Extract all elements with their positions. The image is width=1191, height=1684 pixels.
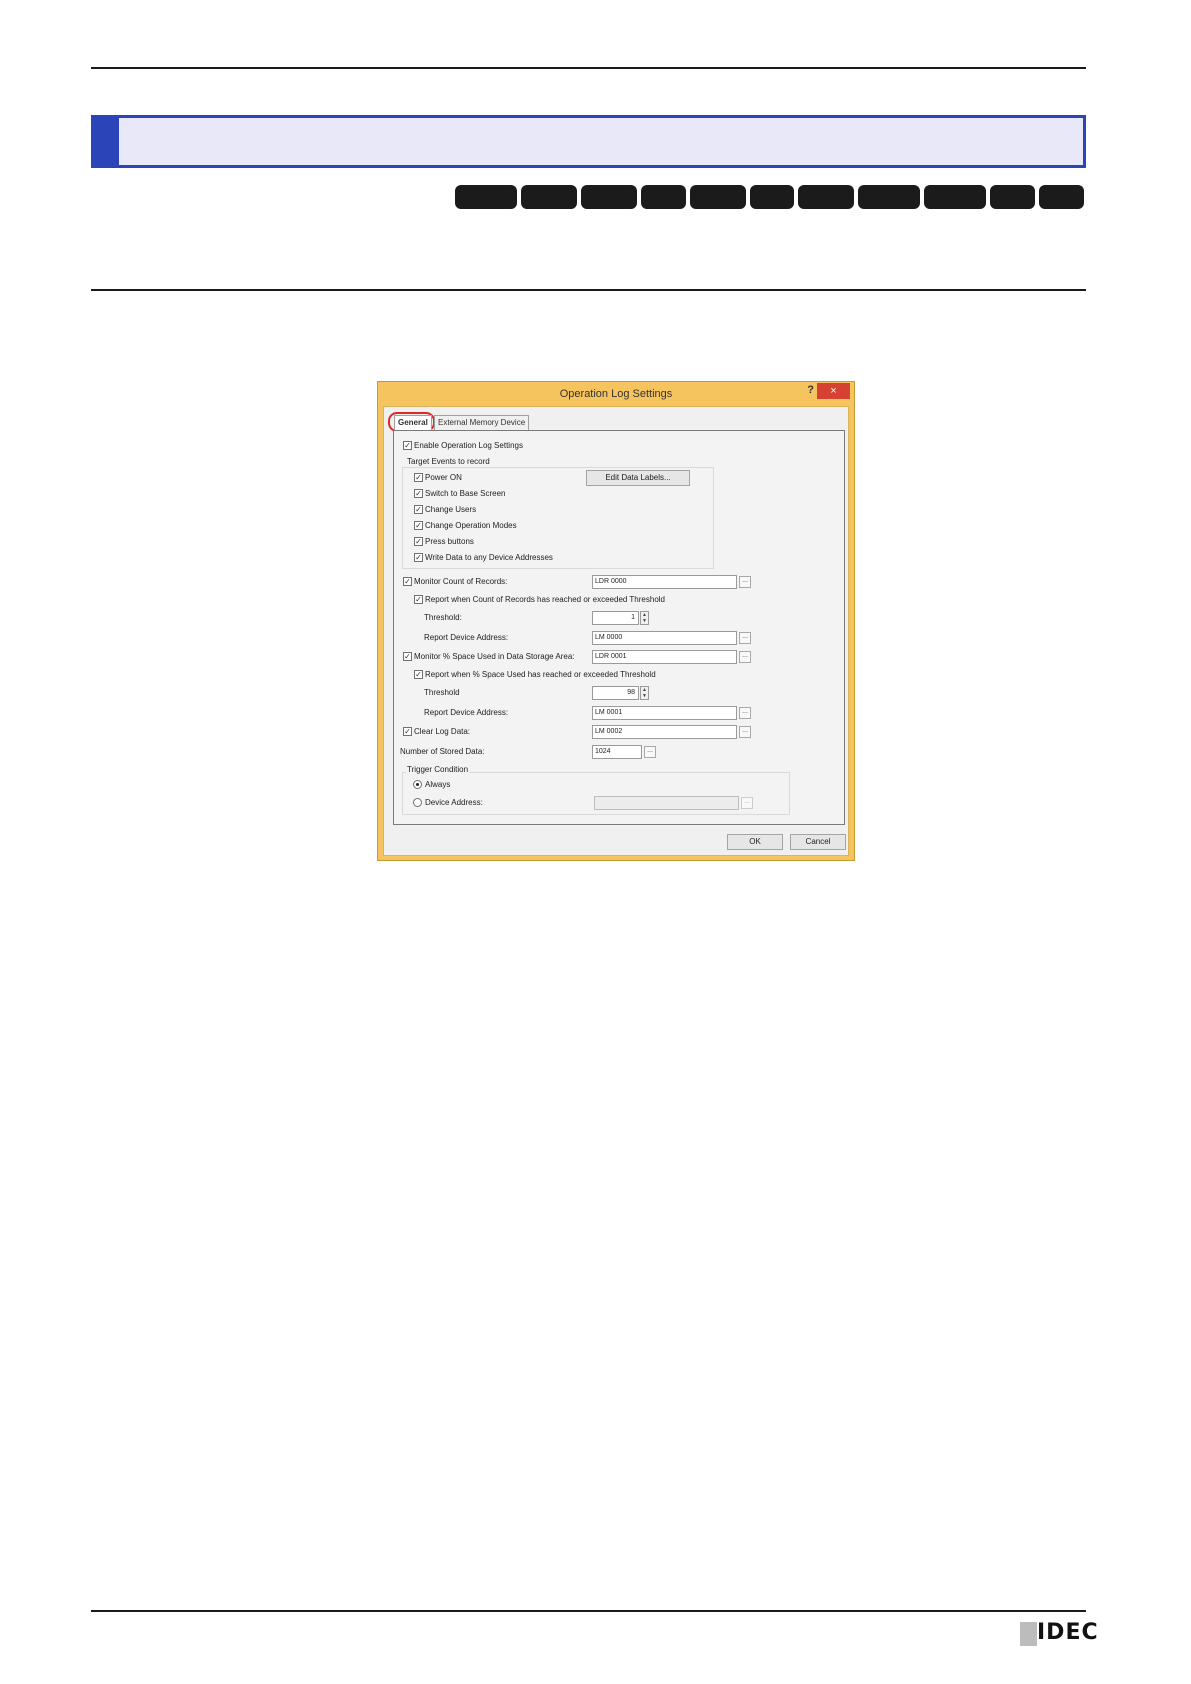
event-checkbox-switch-base-screen[interactable]: ✓ <box>414 489 423 498</box>
model-badge <box>798 185 854 209</box>
monitor-count-label: Monitor Count of Records: <box>414 577 508 586</box>
event-label-change-operation-modes: Change Operation Modes <box>425 521 517 530</box>
footer-rule <box>91 1610 1086 1612</box>
model-badge <box>858 185 920 209</box>
threshold-spinner-1[interactable]: ▲ ▼ <box>640 611 649 625</box>
report-count-label: Report when Count of Records has reached… <box>425 595 665 604</box>
monitor-count-field[interactable]: LDR 0000 <box>592 575 737 589</box>
trigger-device-radio[interactable] <box>413 798 422 807</box>
monitor-space-checkbox[interactable]: ✓ <box>403 652 412 661</box>
report-address-browse-button-2[interactable]: ... <box>739 707 751 719</box>
monitor-space-field[interactable]: LDR 0001 <box>592 650 737 664</box>
ok-button[interactable]: OK <box>727 834 783 850</box>
event-label-change-users: Change Users <box>425 505 477 514</box>
stored-data-label: Number of Stored Data: <box>400 747 485 756</box>
event-checkbox-write-data[interactable]: ✓ <box>414 553 423 562</box>
monitor-space-browse-button[interactable]: ... <box>739 651 751 663</box>
help-button[interactable]: ? <box>807 384 814 396</box>
model-badge <box>990 185 1035 209</box>
trigger-device-label: Device Address: <box>425 798 483 807</box>
edit-data-labels-button[interactable]: Edit Data Labels... <box>586 470 690 486</box>
event-label-switch-base-screen: Switch to Base Screen <box>425 489 506 498</box>
clear-log-checkbox[interactable]: ✓ <box>403 727 412 736</box>
header-bottom-rule <box>91 289 1086 291</box>
trigger-condition-label: Trigger Condition <box>406 765 470 775</box>
model-badge <box>690 185 746 209</box>
dialog-title: Operation Log Settings <box>559 388 673 400</box>
trigger-device-field[interactable] <box>594 796 739 810</box>
threshold-field-2[interactable]: 98 <box>592 686 639 700</box>
model-badge <box>455 185 517 209</box>
model-badge <box>1039 185 1084 209</box>
model-badge <box>641 185 686 209</box>
monitor-count-browse-button[interactable]: ... <box>739 576 751 588</box>
clear-log-field[interactable]: LM 0002 <box>592 725 737 739</box>
event-label-power-on: Power ON <box>425 473 462 482</box>
trigger-always-radio[interactable] <box>413 780 422 789</box>
stored-data-browse-button[interactable]: ... <box>644 746 656 758</box>
report-address-label-2: Report Device Address: <box>424 708 509 717</box>
trigger-always-label: Always <box>425 780 451 789</box>
event-checkbox-change-users[interactable]: ✓ <box>414 505 423 514</box>
event-checkbox-press-buttons[interactable]: ✓ <box>414 537 423 546</box>
report-address-field-2[interactable]: LM 0001 <box>592 706 737 720</box>
target-events-label: Target Events to record <box>406 457 491 467</box>
threshold-spinner-2[interactable]: ▲ ▼ <box>640 686 649 700</box>
report-space-checkbox[interactable]: ✓ <box>414 670 423 679</box>
event-checkbox-change-operation-modes[interactable]: ✓ <box>414 521 423 530</box>
enable-label: Enable Operation Log Settings <box>414 441 523 450</box>
monitor-space-label: Monitor % Space Used in Data Storage Are… <box>414 652 575 661</box>
report-address-browse-button-1[interactable]: ... <box>739 632 751 644</box>
tab-general[interactable]: General <box>394 415 432 430</box>
tab-external-memory-device[interactable]: External Memory Device <box>434 415 530 430</box>
trigger-device-browse-button[interactable]: ... <box>741 797 753 809</box>
model-badge <box>924 185 986 209</box>
close-button[interactable]: × <box>817 383 850 399</box>
report-address-label-1: Report Device Address: <box>424 633 509 642</box>
logo-text: IDEC <box>1037 1620 1099 1645</box>
report-space-label: Report when % Space Used has reached or … <box>425 670 656 679</box>
cancel-button[interactable]: Cancel <box>790 834 846 850</box>
section-title-bar <box>91 115 1086 168</box>
model-badge <box>750 185 794 209</box>
clear-log-label: Clear Log Data: <box>414 727 471 736</box>
event-label-press-buttons: Press buttons <box>425 537 474 546</box>
model-badge <box>521 185 577 209</box>
event-label-write-data: Write Data to any Device Addresses <box>425 553 553 562</box>
enable-checkbox[interactable]: ✓ <box>403 441 412 450</box>
threshold-label-2: Threshold <box>424 688 460 697</box>
report-address-field-1[interactable]: LM 0000 <box>592 631 737 645</box>
event-checkbox-power-on[interactable]: ✓ <box>414 473 423 482</box>
threshold-field-1[interactable]: 1 <box>592 611 639 625</box>
stored-data-field[interactable]: 1024 <box>592 745 642 759</box>
section-bar-accent <box>91 115 119 168</box>
monitor-count-checkbox[interactable]: ✓ <box>403 577 412 586</box>
model-badge <box>581 185 637 209</box>
threshold-label-1: Threshold: <box>424 613 462 622</box>
clear-log-browse-button[interactable]: ... <box>739 726 751 738</box>
logo-mark <box>1020 1622 1037 1646</box>
report-count-checkbox[interactable]: ✓ <box>414 595 423 604</box>
top-rule <box>91 67 1086 69</box>
